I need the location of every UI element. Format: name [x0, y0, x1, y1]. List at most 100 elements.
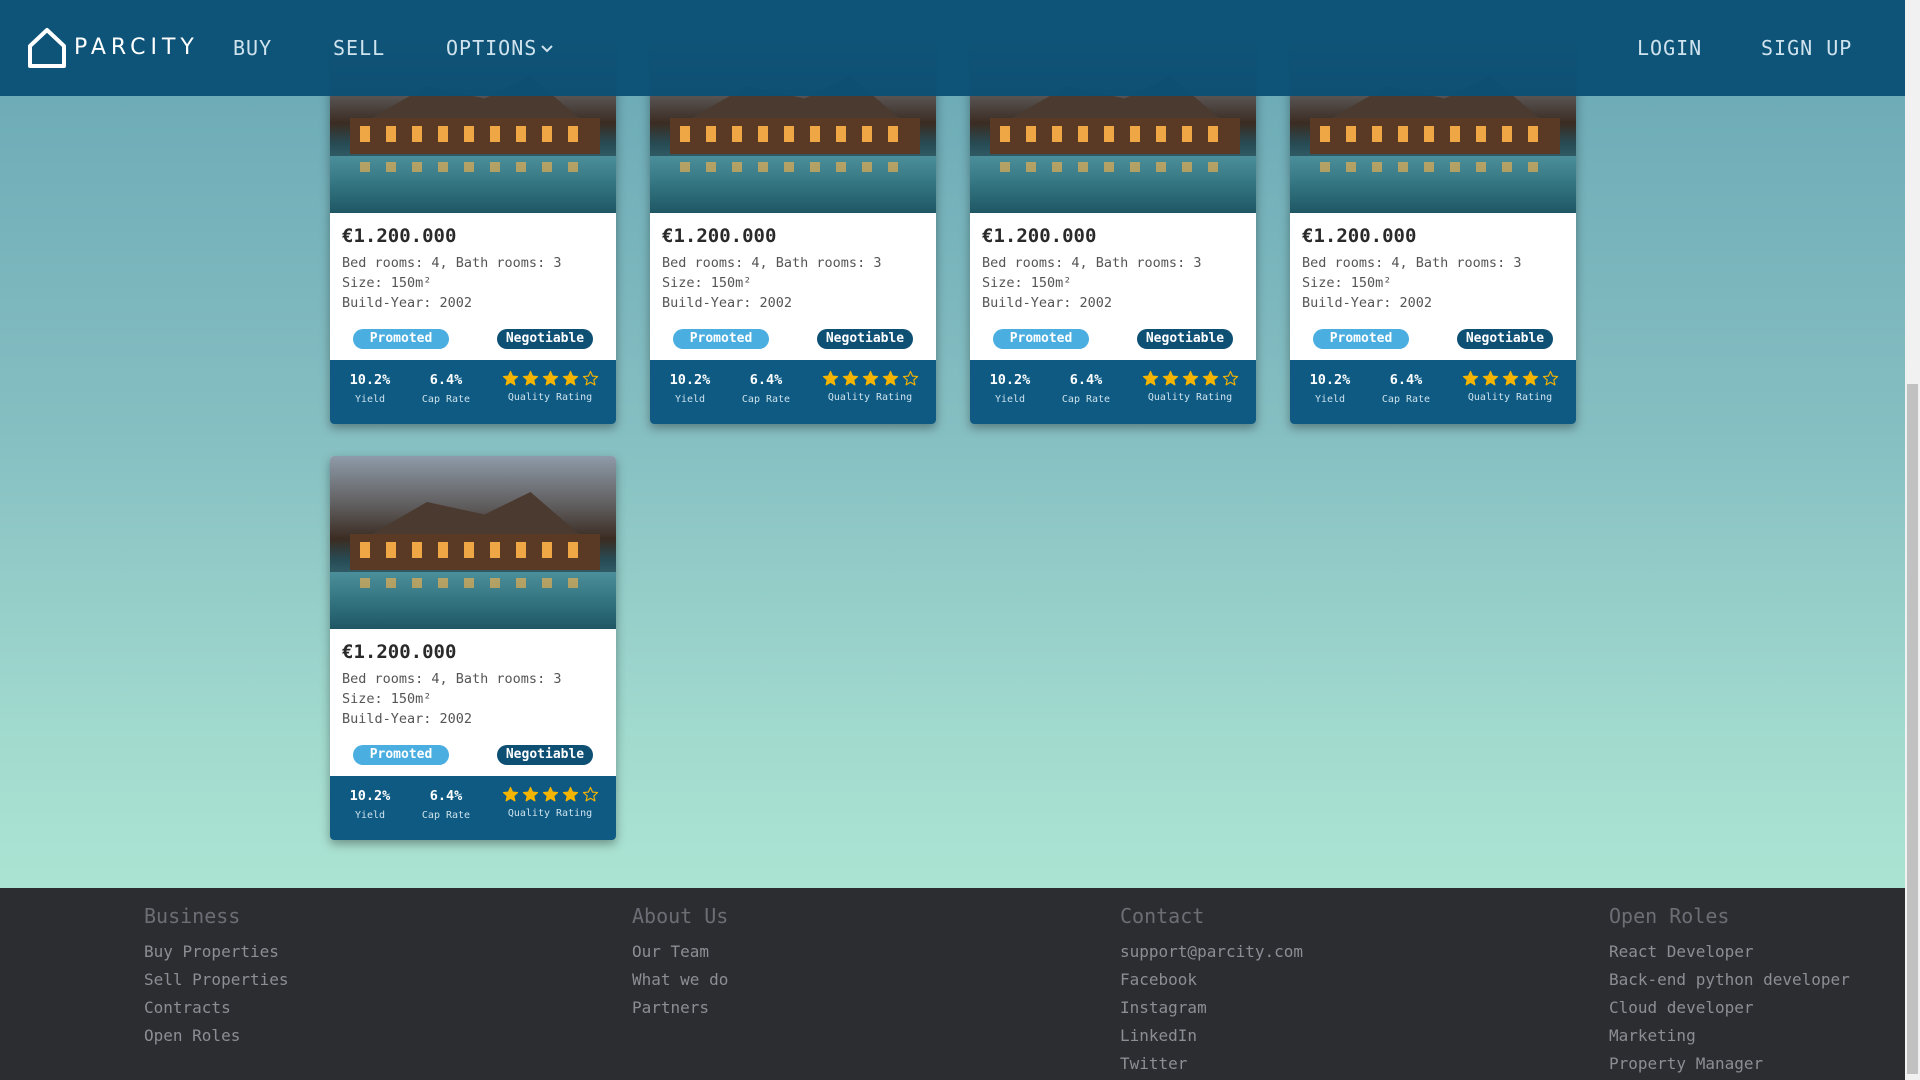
yield-label: Yield — [674, 394, 706, 405]
scrollbar-thumb[interactable] — [1907, 384, 1918, 1074]
footer-link[interactable]: Twitter — [1120, 1050, 1303, 1078]
listing-build-year: Build-Year: 2002 — [1302, 295, 1433, 311]
footer-link[interactable]: Sell Properties — [144, 966, 289, 994]
footer-heading-business: Business — [144, 904, 241, 928]
star-icon — [562, 786, 578, 802]
quality-rating-label: Quality Rating — [507, 808, 593, 819]
yield-value: 10.2% — [349, 372, 391, 388]
metric-quality-rating: Quality Rating — [1134, 370, 1246, 403]
footer-link[interactable]: React Developer — [1609, 938, 1850, 966]
star-icon — [1482, 370, 1498, 386]
footer-link[interactable]: Marketing — [1609, 1022, 1850, 1050]
listing-card[interactable]: €1.200.000 Bed rooms: 4, Bath rooms: 3 Siz… — [970, 40, 1256, 424]
star-icon — [862, 370, 878, 386]
footer-link[interactable]: Contracts — [144, 994, 289, 1022]
card-metrics: 10.2% Yield 6.4% Cap Rate Quality Rating — [330, 360, 616, 424]
nav-signup[interactable]: SIGN UP — [1761, 36, 1852, 60]
footer-heading-about: About Us — [632, 904, 729, 928]
brand-logo[interactable]: PARCITY — [26, 26, 199, 68]
footer-link[interactable]: Our Team — [632, 938, 728, 966]
brand-name: PARCITY — [74, 34, 199, 60]
listing-rooms: Bed rooms: 4, Bath rooms: 3 — [342, 671, 562, 687]
nav-options[interactable]: OPTIONS — [446, 36, 554, 60]
cap-rate-label: Cap Rate — [1381, 394, 1431, 405]
listing-card[interactable]: €1.200.000 Bed rooms: 4, Bath rooms: 3 Siz… — [650, 40, 936, 424]
promoted-badge: Promoted — [1313, 329, 1409, 349]
footer-link[interactable]: Facebook — [1120, 966, 1303, 994]
footer-link[interactable]: Instagram — [1120, 994, 1303, 1022]
cap-rate-value: 6.4% — [1069, 372, 1103, 388]
nav-sell[interactable]: SELL — [333, 36, 385, 60]
listing-price: €1.200.000 — [662, 225, 777, 247]
star-icon — [1542, 370, 1558, 386]
listing-build-year: Build-Year: 2002 — [982, 295, 1113, 311]
footer-col-roles: Open Roles React Developer Back-end pyth… — [1609, 904, 1850, 1078]
footer-link[interactable]: Cloud developer — [1609, 994, 1850, 1022]
footer-link[interactable]: Property Manager — [1609, 1050, 1850, 1078]
star-icon — [582, 786, 598, 802]
star-icon — [1502, 370, 1518, 386]
metric-cap-rate: 6.4% Cap Rate — [416, 372, 476, 405]
negotiable-badge: Negotiable — [1457, 329, 1553, 349]
negotiable-badge: Negotiable — [1137, 329, 1233, 349]
card-details: €1.200.000 Bed rooms: 4, Bath rooms: 3 Siz… — [650, 213, 936, 360]
yield-label: Yield — [354, 810, 386, 821]
promoted-badge: Promoted — [353, 329, 449, 349]
footer-col-business: Business Buy Properties Sell Properties … — [144, 904, 289, 1050]
star-icon — [882, 370, 898, 386]
listing-size: Size: 150m² — [662, 275, 752, 291]
star-icon — [1202, 370, 1218, 386]
star-icon — [522, 370, 538, 386]
card-details: €1.200.000 Bed rooms: 4, Bath rooms: 3 Siz… — [330, 629, 616, 776]
yield-value: 10.2% — [1309, 372, 1351, 388]
listing-price: €1.200.000 — [1302, 225, 1417, 247]
footer-link[interactable]: Buy Properties — [144, 938, 289, 966]
footer-link[interactable]: LinkedIn — [1120, 1022, 1303, 1050]
listing-card[interactable]: €1.200.000 Bed rooms: 4, Bath rooms: 3 Siz… — [330, 40, 616, 424]
listing-rooms: Bed rooms: 4, Bath rooms: 3 — [342, 255, 562, 271]
negotiable-badge: Negotiable — [817, 329, 913, 349]
quality-rating-label: Quality Rating — [1467, 392, 1553, 403]
metric-cap-rate: 6.4% Cap Rate — [736, 372, 796, 405]
star-icon — [902, 370, 918, 386]
yield-label: Yield — [1314, 394, 1346, 405]
star-rating — [1134, 370, 1246, 387]
quality-rating-label: Quality Rating — [1147, 392, 1233, 403]
footer-link[interactable]: Open Roles — [144, 1022, 289, 1050]
card-metrics: 10.2% Yield 6.4% Cap Rate Quality Rating — [650, 360, 936, 424]
listing-card[interactable]: €1.200.000 Bed rooms: 4, Bath rooms: 3 Siz… — [330, 456, 616, 840]
metric-yield: 10.2% Yield — [982, 372, 1038, 405]
cap-rate-label: Cap Rate — [421, 810, 471, 821]
negotiable-badge: Negotiable — [497, 329, 593, 349]
page-scrollbar[interactable] — [1905, 0, 1920, 1080]
listing-build-year: Build-Year: 2002 — [342, 295, 473, 311]
footer-link[interactable]: What we do — [632, 966, 728, 994]
listing-card[interactable]: €1.200.000 Bed rooms: 4, Bath rooms: 3 Siz… — [1290, 40, 1576, 424]
card-metrics: 10.2% Yield 6.4% Cap Rate Quality Rating — [1290, 360, 1576, 424]
footer-link[interactable]: Partners — [632, 994, 728, 1022]
top-navbar: PARCITY BUY SELL OPTIONS LOGIN SIGN UP — [0, 0, 1905, 96]
cap-rate-label: Cap Rate — [741, 394, 791, 405]
yield-value: 10.2% — [989, 372, 1031, 388]
metric-quality-rating: Quality Rating — [494, 786, 606, 819]
metric-cap-rate: 6.4% Cap Rate — [1376, 372, 1436, 405]
footer-heading-roles: Open Roles — [1609, 904, 1730, 928]
card-metrics: 10.2% Yield 6.4% Cap Rate Quality Rating — [970, 360, 1256, 424]
star-icon — [1522, 370, 1538, 386]
promoted-badge: Promoted — [353, 745, 449, 765]
card-details: €1.200.000 Bed rooms: 4, Bath rooms: 3 Siz… — [970, 213, 1256, 360]
footer-link[interactable]: Back-end python developer — [1609, 966, 1850, 994]
star-icon — [822, 370, 838, 386]
listing-build-year: Build-Year: 2002 — [662, 295, 793, 311]
star-rating — [494, 786, 606, 803]
yield-value: 10.2% — [669, 372, 711, 388]
quality-rating-label: Quality Rating — [827, 392, 913, 403]
nav-buy[interactable]: BUY — [233, 36, 272, 60]
listing-price: €1.200.000 — [982, 225, 1097, 247]
nav-login[interactable]: LOGIN — [1637, 36, 1702, 60]
star-rating — [814, 370, 926, 387]
footer-link[interactable]: support@parcity.com — [1120, 938, 1303, 966]
listing-rooms: Bed rooms: 4, Bath rooms: 3 — [1302, 255, 1522, 271]
house-outline-icon — [26, 26, 68, 68]
star-icon — [522, 786, 538, 802]
